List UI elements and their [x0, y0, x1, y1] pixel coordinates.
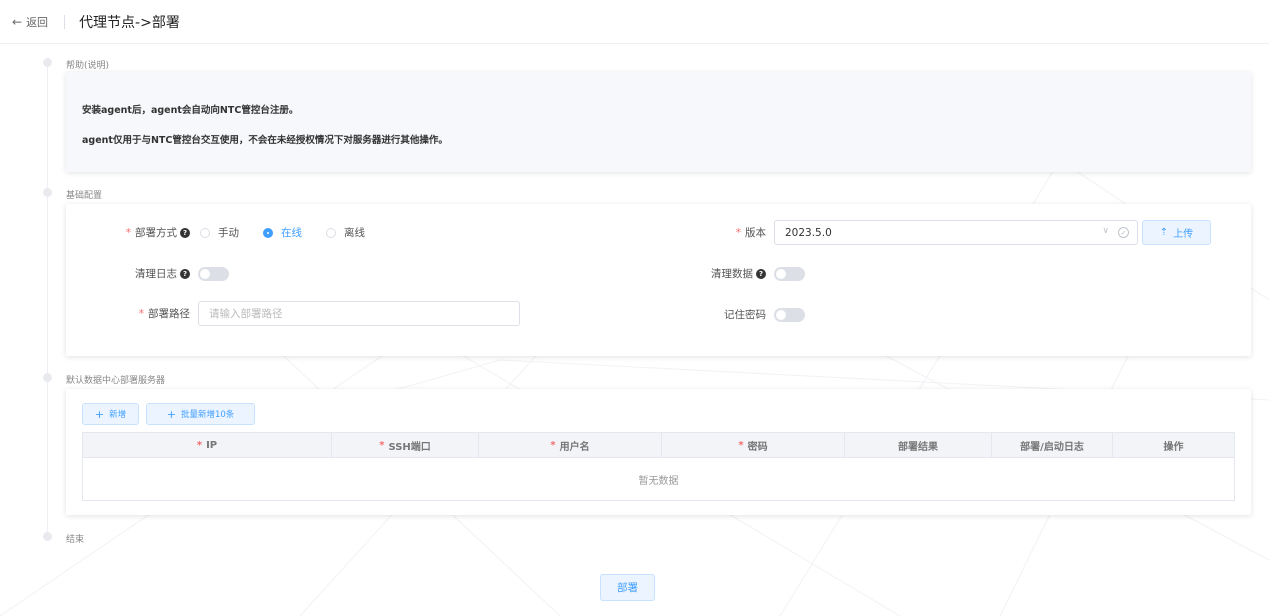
- clear-data-row: 清理数据?: [666, 266, 805, 281]
- radio-offline[interactable]: 离线: [326, 225, 387, 240]
- version-value: 2023.5.0: [785, 226, 832, 239]
- column-header-ssh-port: * SSH端口: [332, 433, 479, 457]
- question-circle-icon[interactable]: ?: [180, 228, 190, 238]
- deploy-path-label: * 部署路径: [138, 308, 190, 320]
- upload-icon: ⇡: [1159, 227, 1169, 238]
- server-card: + 新增 + 批量新增10条 * IP * SSH端口 * 用户名 * 密码 部署结果 …: [66, 389, 1251, 515]
- section-label-end: 结束: [66, 535, 85, 545]
- remember-password-label: 记住密码: [724, 309, 766, 321]
- clear-data-label: 清理数据?: [666, 266, 766, 281]
- upload-label: 上传: [1173, 229, 1194, 240]
- radio-circle: [326, 227, 336, 238]
- clear-log-label: 清理日志?: [66, 266, 190, 281]
- radio-label: 在线: [281, 227, 302, 239]
- radio-label: 手动: [218, 227, 239, 239]
- arrow-left-icon: ←: [12, 14, 23, 29]
- deploy-path-row: * 部署路径: [66, 301, 520, 326]
- version-label: * 版本: [735, 227, 766, 239]
- server-table: * IP * SSH端口 * 用户名 * 密码 部署结果 部署/启动日志 操作 暂无数据: [82, 432, 1235, 501]
- column-header-deploy-log: 部署/启动日志: [992, 433, 1113, 457]
- timeline-dot-servers: [43, 373, 52, 382]
- table-empty-state: 暂无数据: [638, 475, 679, 487]
- add-label: 新增: [109, 410, 127, 420]
- question-circle-icon[interactable]: ?: [180, 269, 190, 279]
- column-header-deploy-result: 部署结果: [845, 433, 992, 457]
- remember-password-row: 记住密码: [666, 307, 805, 322]
- help-text-line: 安装agent后，agent会自动向NTC管控台注册。: [82, 105, 299, 116]
- circle-check-icon[interactable]: ✓: [1118, 227, 1129, 238]
- radio-label: 离线: [344, 227, 365, 239]
- table-header: * IP * SSH端口 * 用户名 * 密码 部署结果 部署/启动日志 操作: [83, 433, 1234, 458]
- plus-icon: +: [94, 407, 105, 421]
- clear-log-switch[interactable]: [198, 266, 229, 281]
- header-divider: [64, 14, 66, 29]
- timeline-dot-help: [43, 58, 52, 67]
- version-select[interactable]: 2023.5.0 ∨ ✓: [774, 220, 1138, 245]
- column-header-password: * 密码: [662, 433, 845, 457]
- help-text-line: agent仅用于与NTC管控台交互使用，不会在未经授权情况下对服务器进行其他操作…: [82, 135, 448, 146]
- deploy-button[interactable]: 部署: [600, 574, 655, 601]
- deploy-method-row: * 部署方式? 手动 在线 离线: [66, 225, 387, 240]
- question-circle-icon[interactable]: ?: [756, 269, 766, 279]
- remember-password-switch[interactable]: [774, 307, 805, 322]
- column-header-actions: 操作: [1163, 441, 1184, 453]
- clear-data-switch[interactable]: [774, 266, 805, 281]
- page-header: ← 返回 代理节点->部署: [0, 0, 1269, 44]
- page-title: 代理节点->部署: [79, 14, 180, 31]
- batch-add-label: 批量新增10条: [180, 410, 235, 420]
- section-label-basic: 基础配置: [66, 191, 103, 201]
- column-header-username: * 用户名: [479, 433, 662, 457]
- basic-config-card: *部署方式? 手动 在线 离线 *版本 2023.5.0 ∨ ✓ ⇡ 上传: [66, 204, 1251, 356]
- help-card: 安装agent后，agent会自动向NTC管控台注册。 agent仅用于与NTC…: [66, 72, 1251, 172]
- version-row: * 版本 2023.5.0 ∨ ✓ ⇡ 上传: [706, 220, 1211, 245]
- section-label-servers: 默认数据中心部署服务器: [66, 376, 166, 386]
- timeline-line: [47, 62, 48, 538]
- upload-button[interactable]: ⇡ 上传: [1142, 220, 1211, 245]
- deploy-path-input[interactable]: [198, 301, 520, 326]
- radio-circle-selected: [263, 227, 273, 238]
- section-label-help: 帮助(说明): [66, 61, 110, 71]
- column-header-ip: * IP: [83, 433, 332, 457]
- back-label: 返回: [26, 15, 49, 29]
- timeline-dot-end: [43, 532, 52, 541]
- plus-icon: +: [166, 407, 176, 421]
- add-server-button[interactable]: + 新增: [82, 403, 139, 425]
- timeline-dot-basic: [43, 188, 52, 197]
- batch-add-button[interactable]: + 批量新增10条: [146, 403, 255, 425]
- radio-online[interactable]: 在线: [263, 225, 324, 240]
- deploy-method-label: * 部署方式?: [66, 225, 190, 240]
- back-button[interactable]: ← 返回: [12, 14, 48, 30]
- radio-manual[interactable]: 手动: [200, 225, 261, 240]
- radio-circle: [200, 227, 210, 238]
- clear-log-row: 清理日志?: [66, 266, 229, 281]
- chevron-down-icon: ∨: [1102, 226, 1109, 236]
